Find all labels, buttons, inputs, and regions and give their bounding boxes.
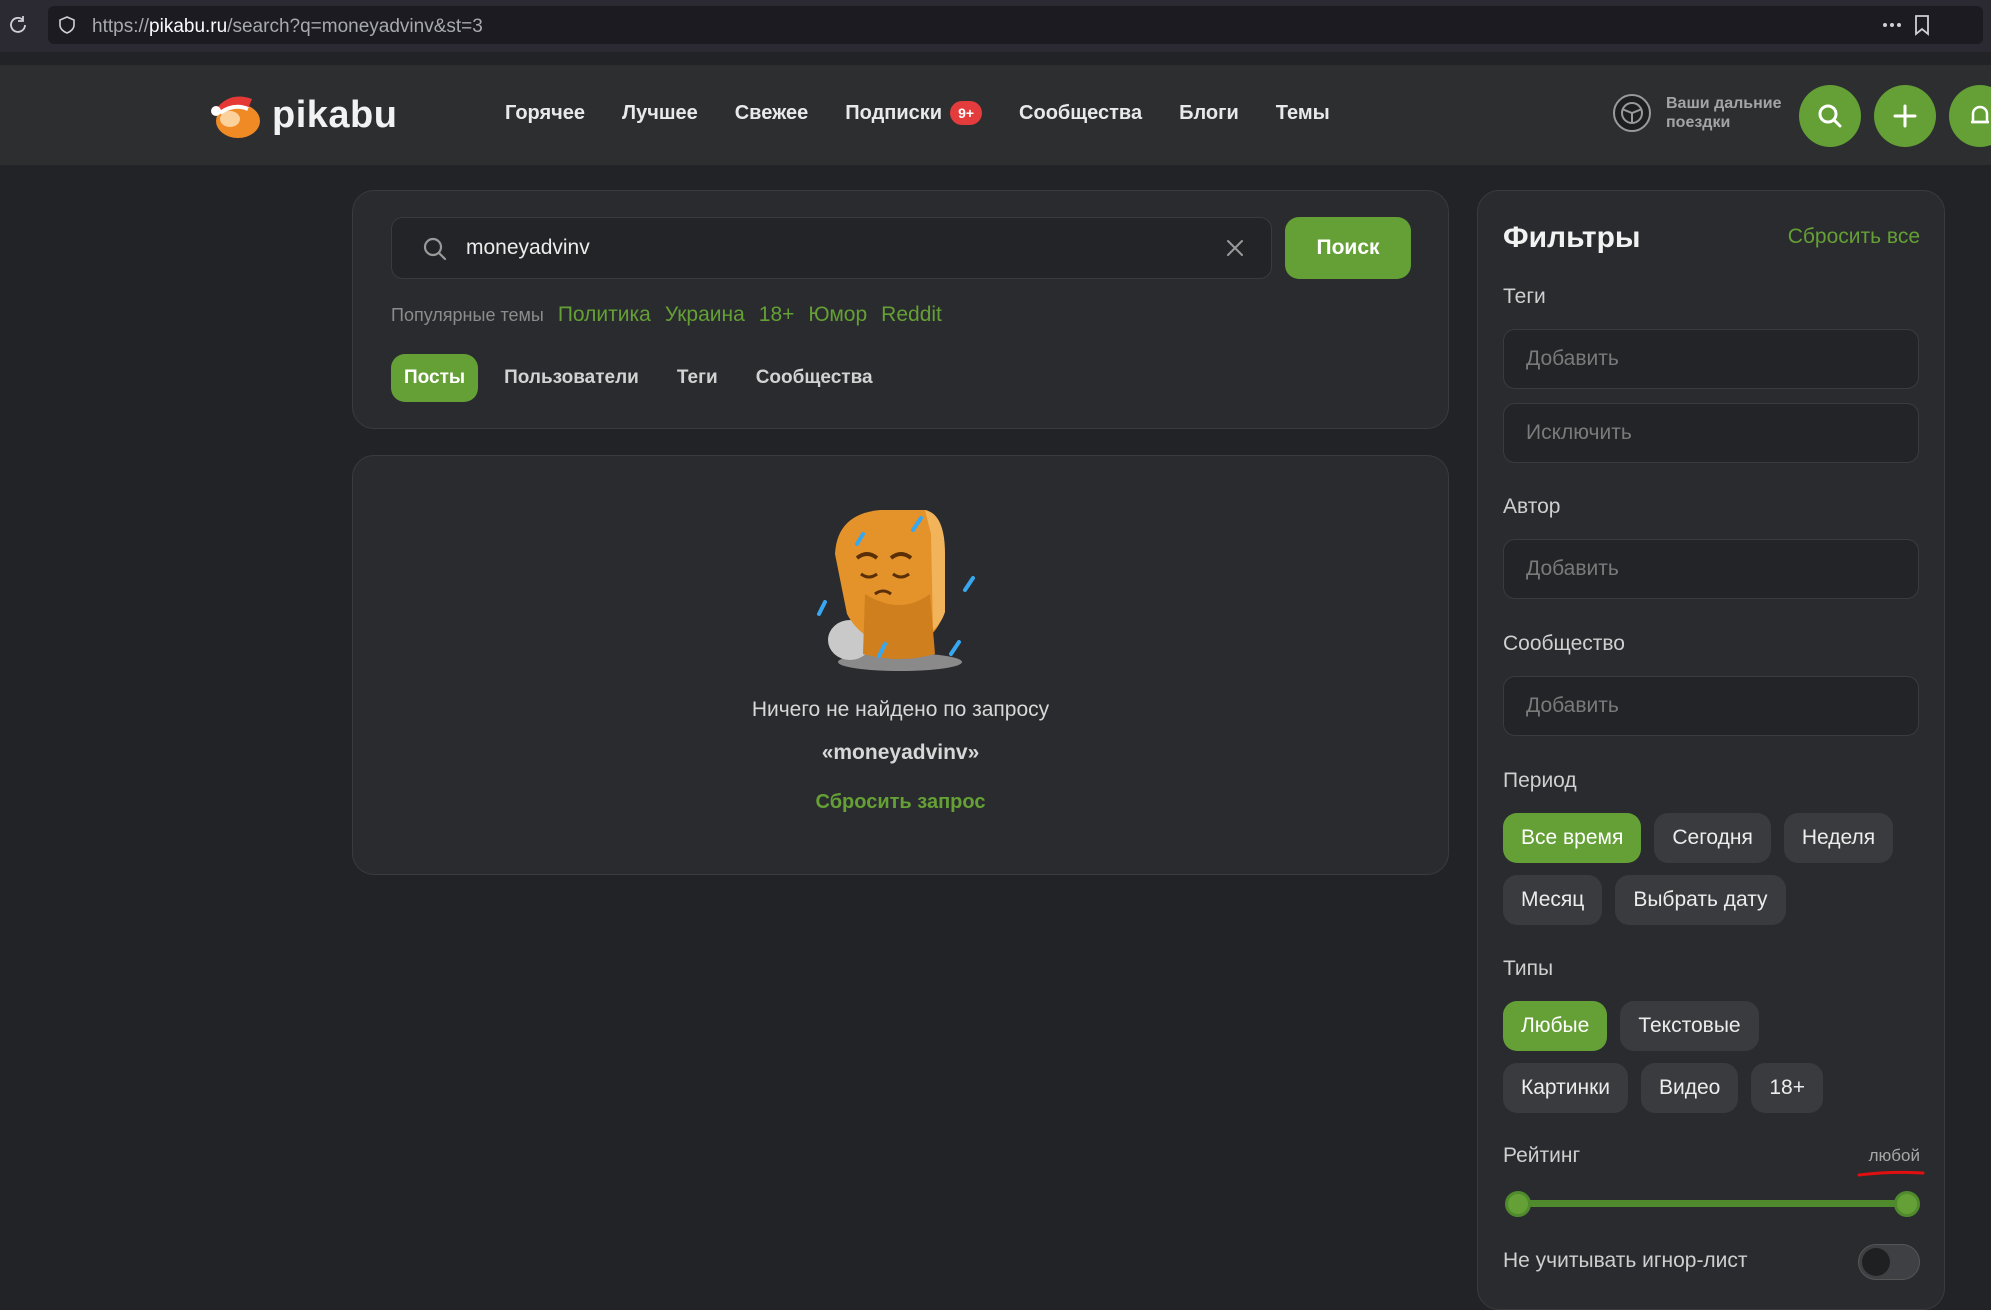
bookmark-icon[interactable]	[1911, 14, 1933, 36]
filters-panel: Фильтры Сбросить все Теги Автор Сообщест…	[1477, 190, 1945, 1310]
browser-toolbar: https://pikabu.ru/search?q=moneyadvinv&s…	[0, 0, 1991, 52]
results-panel: Ничего не найдено по запросу «moneyadvin…	[352, 455, 1449, 875]
type-text[interactable]: Текстовые	[1620, 1001, 1759, 1051]
nav-subscriptions-label: Подписки	[845, 101, 943, 124]
promo-banner[interactable]: Ваши дальние поездки	[1612, 93, 1786, 133]
popular-tag-politics[interactable]: Политика	[558, 303, 651, 327]
search-panel: Поиск Популярные темы Политика Украина 1…	[352, 190, 1449, 429]
type-18plus[interactable]: 18+	[1751, 1063, 1823, 1113]
period-week[interactable]: Неделя	[1783, 813, 1894, 863]
type-options: Любые Текстовые	[1503, 1001, 1772, 1051]
url-text[interactable]: https://pikabu.ru/search?q=moneyadvinv&s…	[92, 16, 483, 38]
popular-tag-ukraine[interactable]: Украина	[665, 303, 745, 327]
promo-text: Ваши дальние поездки	[1666, 95, 1782, 131]
popular-topics-label: Популярные темы	[391, 305, 544, 325]
search-icon	[1818, 104, 1842, 128]
site-header: pikabu Горячее Лучшее Свежее Подписки 9+…	[0, 65, 1991, 165]
nav-hot[interactable]: Горячее	[505, 102, 585, 125]
url-host: pikabu.ru	[149, 16, 228, 37]
community-input[interactable]	[1503, 676, 1919, 736]
tags-label: Теги	[1503, 285, 1546, 308]
tab-posts[interactable]: Посты	[391, 354, 479, 402]
search-submit-button[interactable]: Поиск	[1285, 217, 1411, 279]
pikabu-logo-icon	[211, 96, 260, 138]
period-today[interactable]: Сегодня	[1654, 813, 1771, 863]
period-options-row2: Месяц Выбрать дату	[1503, 875, 1799, 925]
reset-all-link[interactable]: Сбросить все	[1788, 225, 1920, 249]
address-bar[interactable]: https://pikabu.ru/search?q=moneyadvinv&s…	[48, 6, 1983, 44]
type-images[interactable]: Картинки	[1503, 1063, 1628, 1113]
search-input[interactable]	[466, 218, 1186, 278]
period-month[interactable]: Месяц	[1503, 875, 1603, 925]
main-nav: Горячее Лучшее Свежее Подписки 9+ Сообще…	[505, 101, 1367, 125]
rating-value: любой	[1868, 1146, 1920, 1165]
popular-tag-humor[interactable]: Юмор	[808, 303, 867, 327]
type-options-row2: Картинки Видео 18+	[1503, 1063, 1836, 1113]
tab-tags[interactable]: Теги	[677, 367, 718, 389]
steering-wheel-icon	[1613, 94, 1651, 132]
subscriptions-badge: 9+	[950, 101, 983, 125]
shield-icon[interactable]	[58, 16, 76, 34]
reload-icon[interactable]	[8, 14, 28, 34]
rating-slider-max-handle[interactable]	[1894, 1191, 1920, 1217]
rating-slider-min-handle[interactable]	[1505, 1191, 1531, 1217]
type-video[interactable]: Видео	[1641, 1063, 1739, 1113]
nav-subscriptions[interactable]: Подписки 9+	[845, 101, 983, 125]
popular-tag-reddit[interactable]: Reddit	[881, 303, 942, 327]
search-tabs: Посты Пользователи Теги Сообщества	[391, 354, 911, 402]
logo[interactable]: pikabu	[208, 89, 397, 141]
toggle-knob	[1862, 1248, 1890, 1276]
period-all-time[interactable]: Все время	[1503, 813, 1642, 863]
ignore-list-label: Не учитывать игнор-лист	[1503, 1249, 1748, 1272]
search-icon	[423, 237, 447, 261]
rating-label: Рейтинг	[1503, 1144, 1581, 1167]
author-label: Автор	[1503, 495, 1561, 518]
url-scheme: https://	[92, 16, 150, 37]
url-path: /search?q=moneyadvinv&st=3	[227, 16, 483, 37]
add-post-button[interactable]	[1874, 85, 1936, 147]
more-icon[interactable]	[1881, 16, 1903, 34]
types-label: Типы	[1503, 957, 1554, 980]
tab-users[interactable]: Пользователи	[504, 367, 639, 389]
close-icon[interactable]	[1223, 236, 1247, 260]
tags-exclude-input[interactable]	[1503, 403, 1919, 463]
tab-communities[interactable]: Сообщества	[756, 367, 873, 389]
ignore-list-toggle[interactable]	[1858, 1244, 1920, 1280]
type-any[interactable]: Любые	[1503, 1001, 1608, 1051]
empty-message: Ничего не найдено по запросу	[751, 698, 1050, 721]
empty-query: «moneyadvinv»	[821, 741, 980, 764]
bell-icon	[1971, 105, 1989, 124]
nav-fresh[interactable]: Свежее	[735, 102, 809, 125]
period-options: Все время Сегодня Неделя	[1503, 813, 1906, 863]
tags-include-input[interactable]	[1503, 329, 1919, 389]
reset-query-link[interactable]: Сбросить запрос	[353, 791, 1448, 814]
plus-icon	[1893, 104, 1917, 128]
popular-tag-18plus[interactable]: 18+	[759, 303, 795, 327]
nav-themes[interactable]: Темы	[1276, 102, 1330, 125]
filters-title: Фильтры	[1503, 221, 1641, 254]
period-label: Период	[1503, 769, 1577, 792]
search-field[interactable]	[391, 217, 1272, 279]
popular-topics: Популярные темы Политика Украина 18+ Юмо…	[391, 303, 956, 327]
nav-blogs[interactable]: Блоги	[1179, 102, 1239, 125]
notifications-button[interactable]	[1949, 85, 1991, 147]
rating-slider-track[interactable]	[1518, 1200, 1908, 1207]
community-label: Сообщество	[1503, 632, 1625, 655]
author-input[interactable]	[1503, 539, 1919, 599]
logo-text: pikabu	[272, 93, 398, 136]
nav-best[interactable]: Лучшее	[622, 102, 698, 125]
red-underline-annotation	[1857, 1170, 1925, 1177]
header-search-button[interactable]	[1799, 85, 1861, 147]
nav-communities[interactable]: Сообщества	[1019, 102, 1142, 125]
sad-mascot-image	[817, 510, 975, 671]
period-pick-date[interactable]: Выбрать дату	[1615, 875, 1786, 925]
